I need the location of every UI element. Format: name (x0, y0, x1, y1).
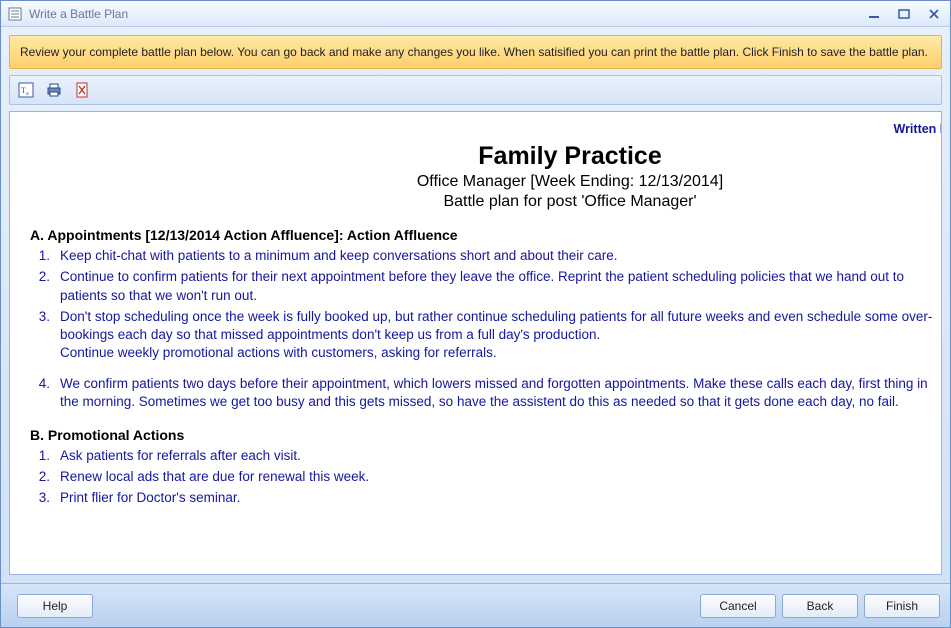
help-button[interactable]: Help (17, 594, 93, 618)
list-item: 1. Ask patients for referrals after each… (30, 447, 941, 465)
titlebar: Write a Battle Plan (1, 1, 950, 27)
text-settings-button[interactable]: T a (14, 79, 38, 101)
window-controls (864, 7, 944, 21)
document-scroll-area[interactable]: Written by Rose Throrne on 2/4/2015 Fami… (10, 112, 941, 574)
item-number: 4. (30, 375, 60, 411)
list-item: 4. We confirm patients two days before t… (30, 375, 941, 411)
item-text: Print flier for Doctor's seminar. (60, 489, 941, 507)
item-number: 1. (30, 447, 60, 465)
app-icon (7, 6, 23, 22)
item-text: Ask patients for referrals after each vi… (60, 447, 941, 465)
list-item: 2. Renew local ads that are due for rene… (30, 468, 941, 486)
item-number: 3. (30, 489, 60, 507)
document-title: Family Practice (30, 142, 941, 171)
toolbar: T a (9, 75, 942, 105)
item-text: Continue to confirm patients for their n… (60, 268, 941, 304)
list-item: 3. Don't stop scheduling once the week i… (30, 308, 941, 363)
cancel-button[interactable]: Cancel (700, 594, 776, 618)
content-area: Review your complete battle plan below. … (1, 27, 950, 583)
list-item: 3. Print flier for Doctor's seminar. (30, 489, 941, 507)
item-text: Keep chit-chat with patients to a minimu… (60, 247, 941, 265)
section-heading: A. Appointments [12/13/2014 Action Afflu… (30, 227, 941, 243)
list-item: 1. Keep chit-chat with patients to a min… (30, 247, 941, 265)
window-title: Write a Battle Plan (29, 7, 864, 21)
minimize-button[interactable] (864, 7, 884, 21)
item-text: Don't stop scheduling once the week is f… (60, 308, 941, 363)
list-item: 2. Continue to confirm patients for thei… (30, 268, 941, 304)
document-frame: Written by Rose Throrne on 2/4/2015 Fami… (9, 111, 942, 575)
window-frame: Write a Battle Plan Review your complete… (0, 0, 951, 628)
printer-icon (46, 82, 62, 98)
info-banner: Review your complete battle plan below. … (9, 35, 942, 69)
footer-bar: Help Cancel Back Finish (1, 583, 950, 627)
maximize-button[interactable] (894, 7, 914, 21)
document-subtitle-2: Battle plan for post 'Office Manager' (30, 193, 941, 211)
pdf-icon (74, 82, 90, 98)
item-number: 1. (30, 247, 60, 265)
info-banner-text: Review your complete battle plan below. … (20, 45, 928, 59)
written-by-line: Written by Rose Throrne on 2/4/2015 (30, 122, 941, 136)
pdf-button[interactable] (70, 79, 94, 101)
section-heading: B. Promotional Actions (30, 427, 941, 443)
print-button[interactable] (42, 79, 66, 101)
svg-text:a: a (26, 91, 29, 97)
document-subtitle-1: Office Manager [Week Ending: 12/13/2014] (30, 173, 941, 191)
item-number: 2. (30, 468, 60, 486)
finish-button[interactable]: Finish (864, 594, 940, 618)
back-button[interactable]: Back (782, 594, 858, 618)
document-content: Written by Rose Throrne on 2/4/2015 Fami… (30, 122, 941, 507)
item-number: 3. (30, 308, 60, 363)
item-number: 2. (30, 268, 60, 304)
item-text: We confirm patients two days before thei… (60, 375, 941, 411)
close-button[interactable] (924, 7, 944, 21)
text-settings-icon: T a (18, 82, 34, 98)
item-text: Renew local ads that are due for renewal… (60, 468, 941, 486)
